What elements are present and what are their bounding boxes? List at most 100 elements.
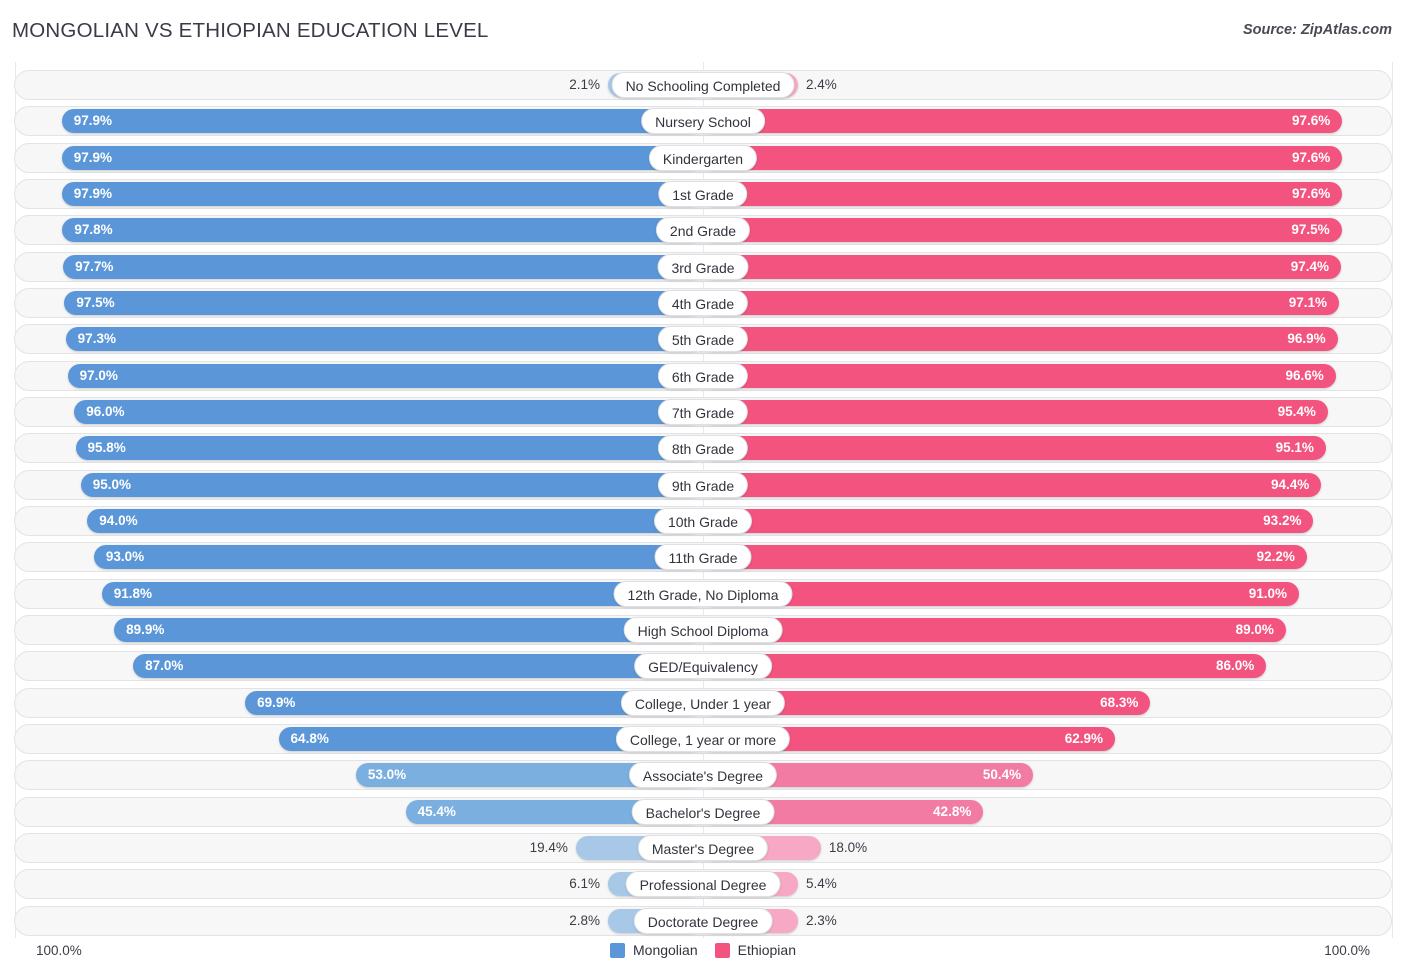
bar-ethiopian[interactable]: [703, 109, 1343, 134]
value-label-mongolian: 53.0%: [367, 767, 407, 783]
bar-ethiopian[interactable]: [703, 181, 1343, 206]
category-label[interactable]: Bachelor's Degree: [631, 798, 775, 825]
category-label[interactable]: College, 1 year or more: [615, 725, 791, 752]
category-label[interactable]: 1st Grade: [658, 180, 748, 207]
category-label[interactable]: Nursery School: [641, 108, 765, 135]
category-label[interactable]: 10th Grade: [653, 507, 753, 534]
value-label-ethiopian: 97.4%: [1290, 258, 1329, 274]
bar-mongolian[interactable]: [64, 290, 703, 315]
legend-swatch-ethiopian: [714, 942, 730, 958]
bar-ethiopian[interactable]: [703, 327, 1338, 352]
value-label-mongolian: 93.0%: [105, 549, 145, 565]
source-attribution: Source: ZipAtlas.com: [1242, 22, 1392, 38]
value-label-ethiopian: 18.0%: [828, 839, 868, 855]
value-label-ethiopian: 42.8%: [933, 803, 972, 819]
value-label-ethiopian: 95.1%: [1275, 440, 1314, 456]
bar-ethiopian[interactable]: [703, 254, 1341, 279]
bar-mongolian[interactable]: [65, 327, 703, 352]
value-label-ethiopian: 50.4%: [982, 767, 1022, 783]
value-label-mongolian: 97.7%: [75, 258, 114, 274]
chart-row: 95.0% 94.4% 9th Grade: [14, 469, 1392, 500]
bar-mongolian[interactable]: [61, 181, 703, 206]
category-label[interactable]: Kindergarten: [648, 144, 758, 171]
value-label-mongolian: 97.9%: [73, 185, 113, 201]
chart-row: 6.1% 5.4% Professional Degree: [14, 869, 1392, 900]
value-label-mongolian: 96.0%: [86, 403, 125, 419]
chart-row: 97.9% 97.6% Kindergarten: [14, 142, 1392, 173]
page-title: MONGOLIAN VS ETHIOPIAN EDUCATION LEVEL: [12, 19, 489, 42]
bar-ethiopian[interactable]: [703, 472, 1322, 497]
category-label[interactable]: 6th Grade: [657, 362, 749, 389]
value-label-mongolian: 97.9%: [73, 149, 113, 165]
value-label-mongolian: 69.9%: [257, 694, 296, 710]
bar-mongolian[interactable]: [93, 545, 703, 570]
category-label[interactable]: GED/Equivalency: [634, 653, 772, 680]
value-label-ethiopian: 95.4%: [1277, 403, 1316, 419]
value-label-ethiopian: 89.0%: [1235, 621, 1274, 637]
category-label[interactable]: 2nd Grade: [655, 217, 751, 244]
category-label[interactable]: 3rd Grade: [657, 253, 749, 280]
value-label-mongolian: 97.9%: [73, 113, 113, 129]
category-label[interactable]: 7th Grade: [657, 398, 749, 425]
chart-row: 91.8% 91.0% 12th Grade, No Diploma: [14, 578, 1392, 609]
category-label[interactable]: No Schooling Completed: [611, 72, 795, 98]
bar-mongolian[interactable]: [80, 472, 703, 497]
bar-ethiopian[interactable]: [703, 145, 1343, 170]
chart-row: 19.4% 18.0% Master's Degree: [14, 832, 1392, 863]
value-label-mongolian: 95.0%: [92, 476, 132, 492]
chart-row: 97.3% 96.9% 5th Grade: [14, 324, 1392, 355]
axis-label-left: 100.0%: [36, 943, 82, 958]
value-label-ethiopian: 97.5%: [1291, 222, 1330, 238]
value-label-ethiopian: 68.3%: [1100, 694, 1139, 710]
bar-mongolian[interactable]: [62, 218, 703, 243]
category-label[interactable]: 9th Grade: [657, 471, 749, 498]
chart-row: 2.1% 2.4% No Schooling Completed: [14, 70, 1392, 100]
category-label[interactable]: Professional Degree: [625, 871, 781, 898]
category-label[interactable]: Doctorate Degree: [633, 907, 773, 934]
legend-label-mongolian: Mongolian: [633, 942, 698, 958]
category-label[interactable]: 12th Grade, No Diploma: [613, 580, 793, 607]
chart-row: 97.0% 96.6% 6th Grade: [14, 360, 1392, 391]
bar-ethiopian[interactable]: [703, 654, 1267, 679]
category-label[interactable]: Master's Degree: [637, 834, 769, 861]
bar-mongolian[interactable]: [87, 508, 703, 533]
bar-ethiopian[interactable]: [703, 363, 1336, 388]
bar-ethiopian[interactable]: [703, 218, 1342, 243]
value-label-ethiopian: 96.9%: [1287, 331, 1326, 347]
value-label-mongolian: 64.8%: [290, 730, 329, 746]
bar-ethiopian[interactable]: [703, 508, 1314, 533]
chart-legend: Mongolian Ethiopian: [610, 942, 796, 958]
bar-mongolian[interactable]: [74, 399, 703, 424]
value-label-ethiopian: 97.6%: [1291, 185, 1331, 201]
category-label[interactable]: 5th Grade: [657, 326, 749, 353]
category-label[interactable]: 4th Grade: [657, 289, 749, 316]
bar-mongolian[interactable]: [61, 109, 703, 134]
chart-row: 97.9% 97.6% Nursery School: [14, 106, 1392, 137]
category-label[interactable]: High School Diploma: [623, 616, 783, 643]
bar-mongolian[interactable]: [67, 363, 703, 388]
legend-item-mongolian[interactable]: Mongolian: [610, 942, 698, 958]
chart-footer: 100.0% 100.0% Mongolian Ethiopian: [0, 938, 1406, 975]
bar-ethiopian[interactable]: [703, 436, 1326, 461]
bar-ethiopian[interactable]: [703, 290, 1339, 315]
value-label-ethiopian: 92.2%: [1256, 549, 1295, 565]
value-label-ethiopian: 93.2%: [1263, 512, 1302, 528]
value-label-mongolian: 2.8%: [569, 912, 600, 928]
category-label[interactable]: College, Under 1 year: [620, 689, 786, 716]
category-label[interactable]: Associate's Degree: [628, 762, 778, 789]
bar-mongolian[interactable]: [75, 436, 703, 461]
value-label-ethiopian: 86.0%: [1216, 658, 1255, 674]
chart-row: 94.0% 93.2% 10th Grade: [14, 505, 1392, 536]
bar-mongolian[interactable]: [133, 654, 703, 679]
value-label-ethiopian: 2.4%: [806, 77, 837, 92]
category-label[interactable]: 8th Grade: [657, 435, 749, 462]
bar-ethiopian[interactable]: [703, 399, 1328, 424]
bar-ethiopian[interactable]: [703, 545, 1307, 570]
category-label[interactable]: 11th Grade: [654, 544, 752, 571]
chart-header: MONGOLIAN VS ETHIOPIAN EDUCATION LEVEL S…: [0, 0, 1406, 60]
bar-mongolian[interactable]: [63, 254, 703, 279]
legend-item-ethiopian[interactable]: Ethiopian: [714, 942, 796, 958]
bar-mongolian[interactable]: [61, 145, 703, 170]
bar-ethiopian[interactable]: [703, 617, 1286, 642]
bar-mongolian[interactable]: [114, 617, 703, 642]
